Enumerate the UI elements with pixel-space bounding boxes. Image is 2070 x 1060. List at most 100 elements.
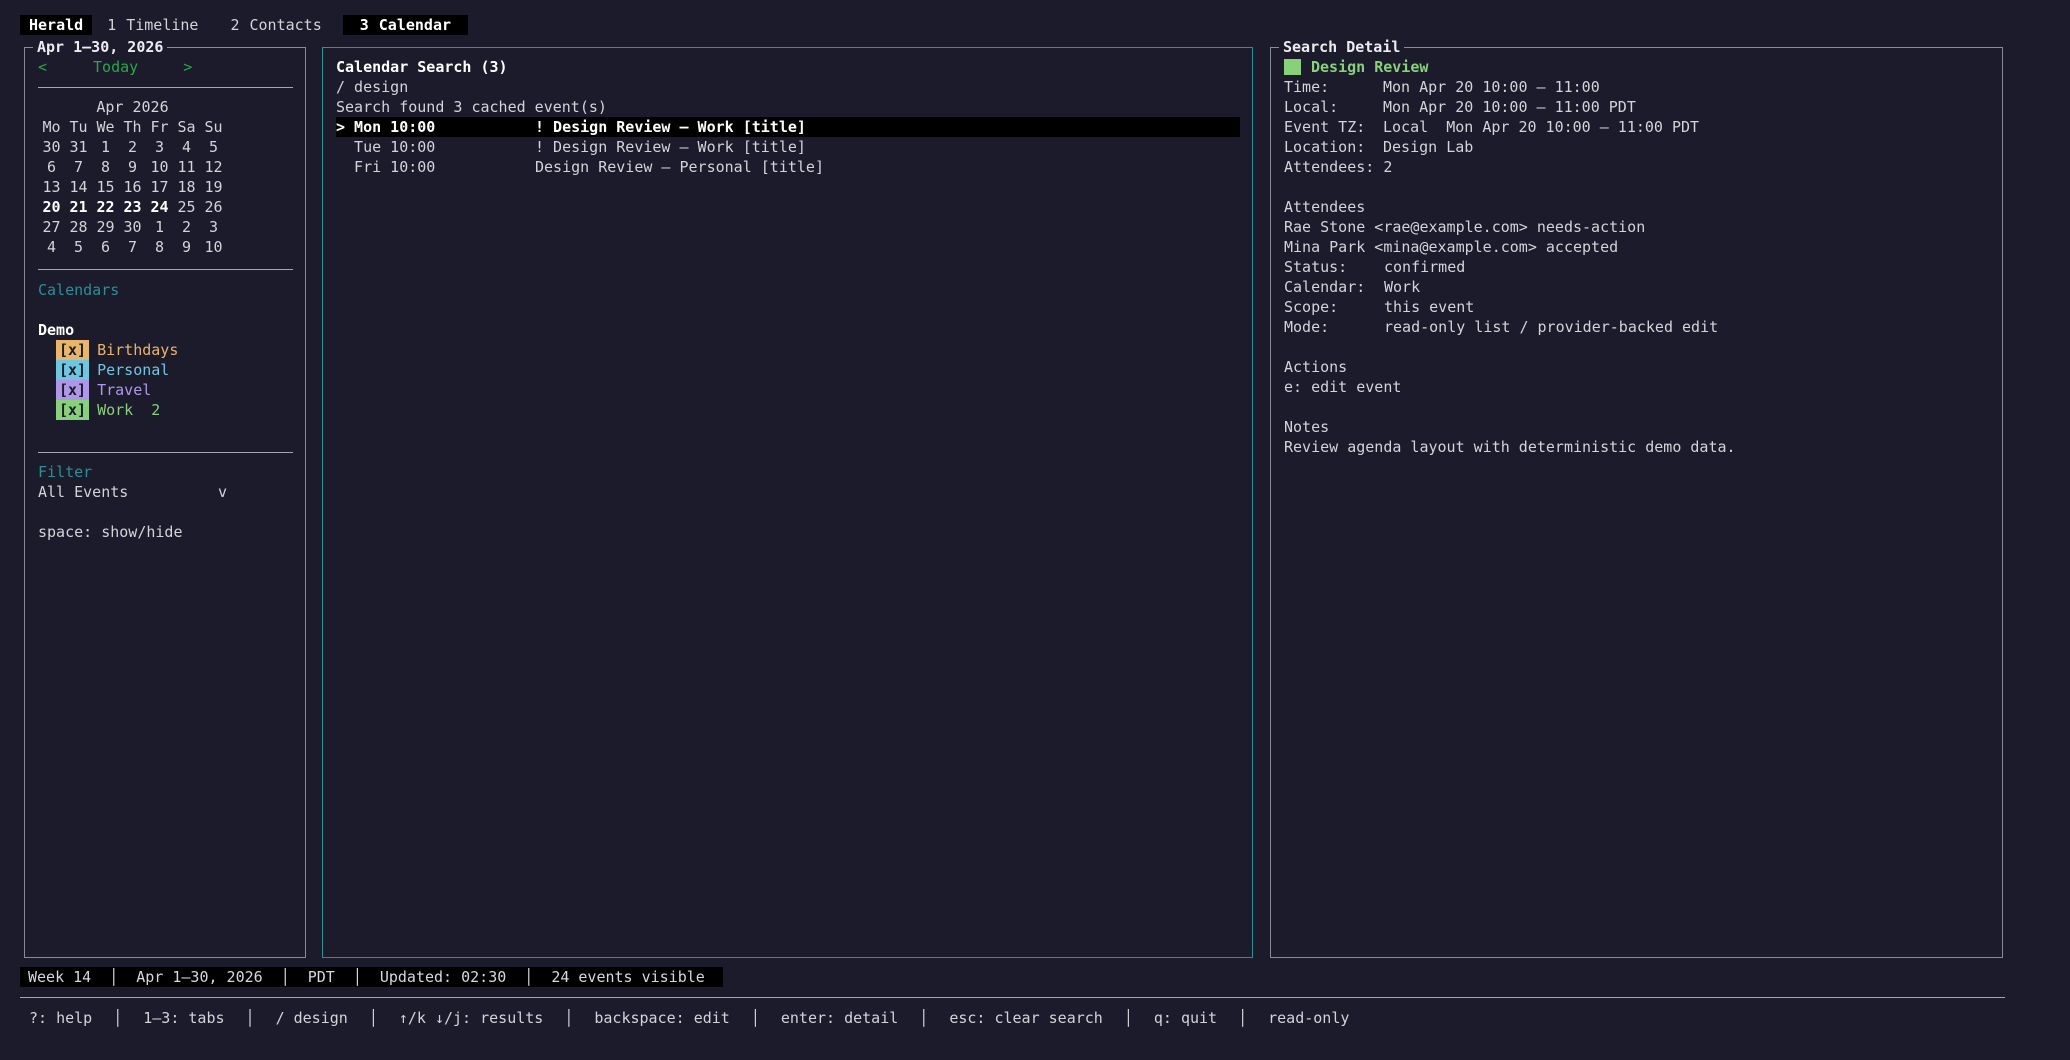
calendar-item-birthdays[interactable]: [x] Birthdays <box>56 340 293 360</box>
prev-month-button[interactable]: < <box>38 58 47 76</box>
calendar-day[interactable]: 3 <box>200 217 227 237</box>
checkbox[interactable]: [x] <box>56 380 90 400</box>
separator: │ <box>352 968 362 986</box>
field-label: Status: <box>1284 258 1348 276</box>
tab-timeline[interactable]: 1 Timeline <box>98 15 207 35</box>
field-value: read-only list / provider-backed edit <box>1384 318 1719 336</box>
calendar-day[interactable]: 15 <box>92 177 119 197</box>
result-row[interactable]: Tue 10:00 ! Design Review — Work [title] <box>336 137 1240 157</box>
calendar-day[interactable]: 6 <box>38 157 65 177</box>
help-hint: ↑/k ↓/j: results <box>398 1009 544 1027</box>
calendar-week-row: 27 28 29 30 1 2 3 <box>38 217 293 237</box>
meta-field: Calendar: Work <box>1284 277 1990 297</box>
calendar-item-work[interactable]: [x] Work 2 <box>56 400 293 420</box>
separator: │ <box>109 968 119 986</box>
calendar-count: 2 <box>151 401 161 419</box>
calendar-day[interactable]: 10 <box>146 157 173 177</box>
checkbox[interactable]: [x] <box>56 340 90 360</box>
calendar-day[interactable]: 31 <box>65 137 92 157</box>
status-bar: Week 14 │ Apr 1–30, 2026 │ PDT │ Updated: 02:3… <box>20 967 723 987</box>
detail-field: Local: Mon Apr 20 10:00 – 11:00 PDT <box>1284 97 1990 117</box>
result-time: Tue 10:00 <box>336 138 436 156</box>
calendar-day[interactable]: 25 <box>173 197 200 217</box>
calendar-day[interactable]: 5 <box>65 237 92 257</box>
calendar-day[interactable]: 5 <box>200 137 227 157</box>
result-title: Design Review — Personal [title] <box>535 158 824 176</box>
field-label: Attendees: <box>1284 158 1384 176</box>
calendar-day[interactable]: 3 <box>146 137 173 157</box>
calendar-day[interactable]: 28 <box>65 217 92 237</box>
action-item[interactable]: e: edit event <box>1284 377 1990 397</box>
calendar-day[interactable]: 2 <box>119 137 146 157</box>
calendar-day[interactable]: 14 <box>65 177 92 197</box>
result-row[interactable]: Fri 10:00 Design Review — Personal [title… <box>336 157 1240 177</box>
calendar-day[interactable]: 6 <box>92 237 119 257</box>
calendar-day[interactable]: 2 <box>173 217 200 237</box>
separator: │ <box>919 1009 929 1027</box>
detail-field: Attendees: 2 <box>1284 157 1990 177</box>
field-label: Calendar: <box>1284 278 1366 296</box>
next-month-button[interactable]: > <box>183 58 192 76</box>
tab-number: 2 <box>230 16 240 34</box>
today-button[interactable]: Today <box>93 58 138 76</box>
result-title: ! Design Review — Work [title] <box>535 138 806 156</box>
calendar-day[interactable]: 18 <box>173 177 200 197</box>
month-label: Apr 2026 <box>96 98 169 116</box>
calendar-day[interactable]: 30 <box>119 217 146 237</box>
calendar-item-travel[interactable]: [x] Travel <box>56 380 293 400</box>
calendar-day[interactable]: 29 <box>92 217 119 237</box>
calendar-day[interactable]: 4 <box>173 137 200 157</box>
divider <box>38 87 293 88</box>
tab-contacts[interactable]: 2 Contacts <box>221 15 330 35</box>
notes-text: Review agenda layout with deterministic … <box>1284 438 1736 456</box>
tab-bar: Herald 1 Timeline 2 Contacts 3 Calendar <box>20 15 469 35</box>
tab-calendar[interactable]: 3 Calendar <box>342 15 469 35</box>
field-label: Location: <box>1284 138 1366 156</box>
calendar-day[interactable]: 23 <box>119 197 146 217</box>
calendar-day[interactable]: 8 <box>92 157 119 177</box>
checkbox[interactable]: [x] <box>56 360 90 380</box>
calendar-item-personal[interactable]: [x] Personal <box>56 360 293 380</box>
separator: │ <box>1238 1009 1248 1027</box>
calendars-heading: Calendars <box>38 281 120 299</box>
field-label: Mode: <box>1284 318 1330 336</box>
calendar-day[interactable]: 12 <box>200 157 227 177</box>
calendar-day[interactable]: 7 <box>65 157 92 177</box>
result-row[interactable]: > Mon 10:00 ! Design Review — Work [title… <box>336 117 1240 137</box>
tab-label: Timeline <box>126 16 199 34</box>
calendar-week-row: 13 14 15 16 17 18 19 <box>38 177 293 197</box>
calendar-day[interactable]: 24 <box>146 197 173 217</box>
calendar-name: Personal <box>97 361 170 379</box>
calendar-day[interactable]: 26 <box>200 197 227 217</box>
calendar-group-label: Demo <box>38 321 75 339</box>
calendar-day[interactable]: 27 <box>38 217 65 237</box>
calendar-day[interactable]: 30 <box>38 137 65 157</box>
weekday-label: We <box>96 118 115 136</box>
calendar-day[interactable]: 9 <box>119 157 146 177</box>
separator: │ <box>1123 1009 1133 1027</box>
calendar-day[interactable]: 7 <box>119 237 146 257</box>
calendar-day[interactable]: 20 <box>38 197 65 217</box>
status-segment: Apr 1–30, 2026 <box>136 968 263 986</box>
attendees-heading: Attendees <box>1284 198 1366 216</box>
calendar-day[interactable]: 13 <box>38 177 65 197</box>
search-query[interactable]: / design <box>336 77 1240 97</box>
divider <box>20 997 2005 998</box>
calendar-day[interactable]: 17 <box>146 177 173 197</box>
calendar-day[interactable]: 21 <box>65 197 92 217</box>
calendar-day[interactable]: 10 <box>200 237 227 257</box>
filter-value: All Events <box>38 483 129 501</box>
calendar-day[interactable]: 8 <box>146 237 173 257</box>
calendar-day[interactable]: 9 <box>173 237 200 257</box>
calendar-day[interactable]: 11 <box>173 157 200 177</box>
calendar-day[interactable]: 1 <box>146 217 173 237</box>
calendar-day[interactable]: 1 <box>92 137 119 157</box>
checkbox[interactable]: [x] <box>56 400 90 420</box>
meta-field: Scope: this event <box>1284 297 1990 317</box>
calendar-day[interactable]: 22 <box>92 197 119 217</box>
calendar-day[interactable]: 19 <box>200 177 227 197</box>
calendar-day[interactable]: 4 <box>38 237 65 257</box>
calendar-day[interactable]: 16 <box>119 177 146 197</box>
filter-select[interactable]: All Events v <box>38 482 293 502</box>
field-value: confirmed <box>1384 258 1466 276</box>
